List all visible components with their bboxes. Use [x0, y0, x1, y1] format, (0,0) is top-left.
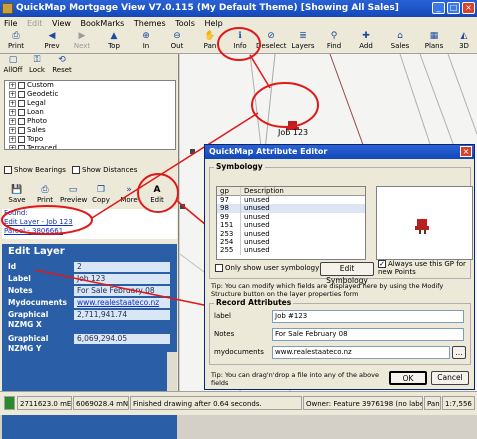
table-row[interactable]: 98 unused [217, 204, 365, 213]
row-gp: 254 [217, 237, 241, 247]
field-input[interactable]: Job #123 [272, 310, 464, 323]
dialog-title: QuickMap Attribute Editor [205, 145, 474, 159]
dialog-close-button[interactable]: × [460, 146, 472, 157]
row-description: unused [244, 237, 270, 246]
row-gp: 151 [217, 221, 241, 230]
header-gp[interactable]: gp [217, 187, 241, 196]
tip-dragdrop: Tip: You can drag'n'drop a file into any… [211, 371, 379, 387]
table-row[interactable]: 255 unused [217, 246, 365, 255]
table-row[interactable]: 254 unused [217, 237, 365, 247]
always-use-option[interactable]: ✓ Always use this GP for new Points [378, 260, 472, 276]
row-description: unused [244, 196, 270, 204]
row-gp: 253 [217, 229, 241, 238]
status-owner: Owner: Feature 3976198 (no label) [303, 396, 423, 410]
only-user-symbology-checkbox[interactable] [215, 264, 223, 272]
row-gp: 97 [217, 196, 241, 205]
table-row[interactable]: 97 unused [217, 196, 365, 205]
row-description: unused [244, 246, 270, 255]
tip-structure: Tip: You can modify which fields are dis… [211, 282, 444, 298]
status-mode: Pan [424, 396, 441, 410]
table-header: gp Description [217, 187, 365, 196]
status-bar: 2711623.0 mE 6069028.4 mN Finished drawi… [0, 391, 477, 415]
only-user-symbology-option[interactable]: Only show user symbology [215, 264, 319, 272]
always-use-label: Always use this GP for new Points [378, 260, 466, 276]
table-row[interactable]: 253 unused [217, 229, 365, 238]
table-row[interactable]: 151 unused [217, 221, 365, 230]
edit-symbology-button[interactable]: Edit Symbology [320, 262, 374, 285]
always-use-checkbox[interactable]: ✓ [378, 260, 386, 268]
record-attributes-title: Record Attributes [214, 298, 294, 307]
row-description: unused [244, 212, 270, 221]
status-message: Finished drawing after 0.64 seconds. [130, 396, 302, 410]
row-description: unused [244, 221, 270, 230]
status-northing: 6069028.4 mN [73, 396, 129, 410]
status-easting: 2711623.0 mE [17, 396, 72, 410]
header-description[interactable]: Description [241, 187, 284, 196]
browse-button[interactable]: ... [452, 346, 466, 359]
symbology-title: Symbology [214, 162, 265, 171]
symbol-preview [376, 186, 473, 260]
symbology-table[interactable]: gp Description 97 unused 98 unused 99 unused 15… [216, 186, 366, 260]
field-input[interactable]: For Sale February 08 [272, 328, 464, 341]
field-input[interactable]: www.realestaateco.nz [272, 346, 450, 359]
record-attributes-group: Record Attributes label Job #123 Notes For … [209, 298, 471, 365]
attribute-editor-dialog: QuickMap Attribute Editor × Symbology gp… [204, 144, 475, 390]
symbol-preview-canvas [415, 219, 429, 234]
only-user-symbology-label: Only show user symbology [225, 264, 320, 272]
ok-button[interactable]: OK [389, 371, 427, 385]
field-label: Notes [214, 330, 235, 338]
row-description: unused [244, 204, 270, 213]
cancel-button[interactable]: Cancel [431, 371, 469, 385]
status-scale: 1:7,556 [442, 396, 475, 410]
row-gp: 98 [217, 204, 241, 213]
status-indicator-icon [4, 396, 15, 410]
row-gp: 255 [217, 246, 241, 255]
field-label: mydocuments [214, 348, 264, 356]
symbology-group: Symbology gp Description 97 unused 98 unused… [209, 162, 473, 285]
row-description: unused [244, 229, 270, 238]
row-gp: 99 [217, 212, 241, 222]
field-label: label [214, 312, 231, 320]
table-row[interactable]: 99 unused [217, 212, 365, 222]
